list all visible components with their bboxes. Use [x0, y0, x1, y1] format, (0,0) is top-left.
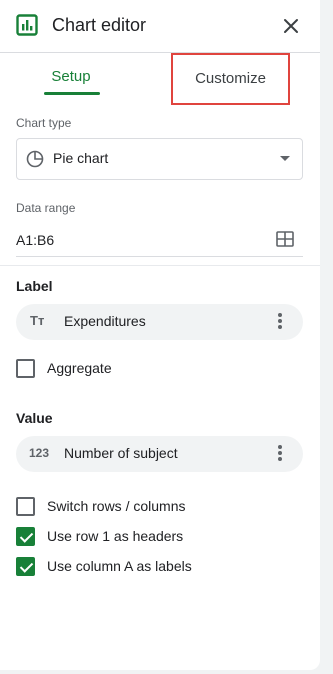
chart-type-dropdown[interactable]: Pie chart: [16, 138, 303, 180]
data-range-input[interactable]: A1:B6: [16, 232, 54, 248]
label-series-chip[interactable]: Tт Expenditures: [16, 304, 303, 340]
tab-customize-label: Customize: [195, 70, 266, 87]
switch-rows-columns-label: Switch rows / columns: [47, 498, 186, 514]
use-column-a-labels-box[interactable]: [16, 557, 35, 576]
chart-type-label: Chart type: [16, 116, 72, 130]
tab-customize[interactable]: Customize: [171, 53, 290, 105]
data-range-underline: [16, 256, 303, 257]
use-column-a-labels-label: Use column A as labels: [47, 558, 192, 574]
more-vert-icon[interactable]: [275, 312, 285, 332]
chevron-down-icon: [280, 156, 290, 161]
value-series-chip[interactable]: 123 Number of subject: [16, 436, 303, 472]
chart-editor-icon: [16, 14, 38, 36]
select-range-grid-icon[interactable]: [276, 231, 294, 247]
value-heading: Value: [16, 410, 53, 426]
data-range-label: Data range: [16, 201, 76, 215]
aggregate-checkbox-box[interactable]: [16, 359, 35, 378]
number-type-icon: 123: [29, 446, 50, 460]
use-row-1-headers-label: Use row 1 as headers: [47, 528, 184, 544]
tab-setup-active-indicator: [44, 92, 100, 95]
section-divider: [0, 265, 320, 266]
text-type-icon: Tт: [30, 313, 45, 328]
close-icon[interactable]: [281, 16, 301, 36]
more-vert-icon[interactable]: [275, 444, 285, 464]
use-row-1-headers-box[interactable]: [16, 527, 35, 546]
chart-type-value: Pie chart: [53, 150, 109, 166]
chart-editor-header: Chart editor: [0, 0, 320, 52]
sheet-background: [320, 0, 333, 674]
tab-setup-label: Setup: [51, 68, 91, 85]
label-heading: Label: [16, 278, 53, 294]
switch-rows-columns-box[interactable]: [16, 497, 35, 516]
tab-setup[interactable]: Setup: [40, 62, 102, 96]
value-series-name: Number of subject: [64, 445, 178, 461]
chart-editor-panel: Chart editor Setup Customize Chart type …: [0, 0, 320, 670]
pie-chart-icon: [26, 150, 44, 168]
aggregate-label: Aggregate: [47, 360, 112, 376]
label-series-name: Expenditures: [64, 313, 146, 329]
chart-editor-title: Chart editor: [52, 15, 147, 35]
